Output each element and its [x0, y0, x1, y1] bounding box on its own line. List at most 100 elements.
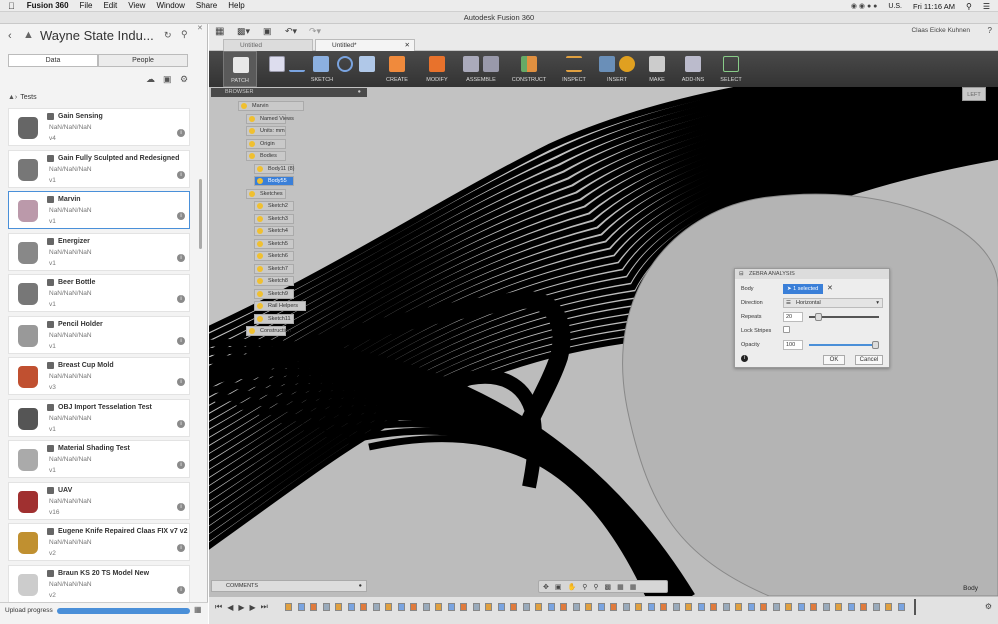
- info-icon[interactable]: i: [177, 585, 185, 594]
- info-icon[interactable]: i: [177, 129, 185, 137]
- timeline-feature[interactable]: [472, 603, 480, 611]
- browser-node[interactable]: Origin: [246, 138, 286, 149]
- clock[interactable]: Fri 11:16 AM: [913, 2, 955, 11]
- new-folder-icon[interactable]: ▣: [163, 74, 172, 85]
- addins-group[interactable]: ADD-INS: [675, 51, 711, 87]
- timeline-feature[interactable]: [297, 603, 305, 611]
- visibility-bulb-icon[interactable]: [257, 315, 263, 322]
- visibility-bulb-icon[interactable]: [257, 278, 263, 284]
- info-icon[interactable]: i: [177, 419, 185, 428]
- visibility-bulb-icon[interactable]: [249, 140, 255, 147]
- locale[interactable]: U.S.: [888, 3, 902, 10]
- visibility-bulb-icon[interactable]: [257, 290, 263, 297]
- repeats-slider-thumb[interactable]: [815, 313, 823, 321]
- go-to-end-icon[interactable]: ⏭: [261, 602, 268, 612]
- browser-node[interactable]: Sketch5: [254, 238, 294, 249]
- info-icon[interactable]: i: [177, 170, 185, 179]
- tab-untitled[interactable]: Untitled: [223, 39, 313, 51]
- timeline-feature[interactable]: [597, 603, 605, 611]
- data-item[interactable]: Gain Sensing NaN/NaN/NaN v4 i: [8, 108, 190, 146]
- browser-node[interactable]: Bodies: [246, 151, 286, 161]
- visibility-bulb-icon[interactable]: [249, 115, 255, 122]
- fit-icon[interactable]: ⚲: [593, 583, 598, 591]
- browser-node[interactable]: Body11 (8): [254, 163, 295, 174]
- menu-file[interactable]: File: [80, 1, 93, 10]
- timeline-feature[interactable]: [685, 603, 692, 611]
- browser-node[interactable]: Units: mm: [246, 126, 286, 136]
- info-icon[interactable]: i: [177, 544, 185, 552]
- app-menu[interactable]: Fusion 360: [27, 1, 69, 10]
- timeline-feature[interactable]: [660, 603, 667, 611]
- data-item[interactable]: Gain Fully Sculpted and Redesigned NaN/Na…: [8, 149, 190, 188]
- pin-icon[interactable]: ●: [359, 581, 362, 592]
- timeline-feature[interactable]: [310, 603, 317, 611]
- data-item[interactable]: Breast Cup Mold NaN/NaN/NaN v3 i: [8, 357, 190, 395]
- opacity-input[interactable]: 100: [783, 340, 803, 350]
- timeline-feature[interactable]: [622, 603, 630, 611]
- construct-group[interactable]: CONSTRUCT: [505, 51, 553, 87]
- browser-node[interactable]: Rail Helpers: [254, 301, 306, 311]
- timeline-feature[interactable]: [435, 603, 442, 611]
- data-item[interactable]: OBJ Import Tesselation Test NaN/NaN/NaN v1…: [8, 398, 190, 437]
- timeline-feature[interactable]: [285, 603, 292, 611]
- menu-help[interactable]: Help: [228, 1, 244, 10]
- timeline-feature[interactable]: [560, 603, 567, 611]
- timeline-settings-icon[interactable]: ⚙: [985, 602, 992, 611]
- menu-view[interactable]: View: [128, 1, 145, 10]
- menu-edit[interactable]: Edit: [103, 1, 117, 10]
- data-item[interactable]: Pencil Holder NaN/NaN/NaN v1 i: [8, 315, 190, 354]
- browser-node[interactable]: Construction: [246, 326, 291, 336]
- timeline-feature[interactable]: [510, 603, 517, 611]
- timeline-feature[interactable]: [447, 603, 455, 611]
- inspect-group[interactable]: INSPECT: [553, 51, 595, 87]
- timeline-feature[interactable]: [610, 603, 617, 611]
- assemble-group[interactable]: ASSEMBLE: [457, 51, 505, 87]
- data-item[interactable]: Marvin NaN/NaN/NaN v1 i: [8, 191, 190, 229]
- step-back-icon[interactable]: ◀: [227, 603, 233, 612]
- timeline-feature[interactable]: [635, 603, 642, 611]
- timeline-feature[interactable]: [885, 603, 892, 611]
- visibility-bulb-icon[interactable]: [257, 178, 263, 184]
- visibility-bulb-icon[interactable]: [257, 228, 263, 234]
- timeline-feature[interactable]: [697, 603, 705, 611]
- browser-node[interactable]: Sketch2: [254, 201, 294, 211]
- look-at-icon[interactable]: ▣: [555, 583, 562, 591]
- tab-people[interactable]: People: [98, 54, 188, 67]
- timeline-feature[interactable]: [785, 603, 792, 611]
- menu-list-icon[interactable]: ☰: [983, 2, 990, 11]
- collapse-icon[interactable]: ⊟: [739, 269, 744, 279]
- timeline-feature[interactable]: [797, 603, 805, 611]
- timeline-feature[interactable]: [735, 603, 742, 611]
- visibility-bulb-icon[interactable]: [257, 303, 263, 309]
- repeats-slider[interactable]: [809, 313, 879, 321]
- info-icon[interactable]: i: [177, 461, 185, 469]
- timeline-feature[interactable]: [835, 603, 842, 611]
- grid-icon[interactable]: ▦: [617, 583, 624, 591]
- timeline-feature[interactable]: [822, 603, 830, 611]
- timeline-feature[interactable]: [672, 603, 680, 611]
- go-to-start-icon[interactable]: ⏮: [215, 602, 222, 612]
- undo-icon[interactable]: ↶▾: [285, 26, 297, 37]
- pin-icon[interactable]: ●: [358, 88, 361, 97]
- timeline-feature[interactable]: [722, 603, 730, 611]
- close-tab-icon[interactable]: ✕: [405, 40, 410, 51]
- modify-group[interactable]: MODIFY: [417, 51, 457, 87]
- browser-node[interactable]: Sketch8: [254, 276, 294, 286]
- browser-node[interactable]: Sketch9: [254, 288, 294, 299]
- visibility-bulb-icon[interactable]: [249, 153, 255, 159]
- timeline-feature[interactable]: [410, 603, 417, 611]
- timeline-feature[interactable]: [547, 603, 555, 611]
- browser-node[interactable]: Sketch4: [254, 226, 294, 236]
- browser-panel-header[interactable]: BROWSER ●: [211, 88, 367, 97]
- visibility-bulb-icon[interactable]: [249, 190, 255, 197]
- status-icons[interactable]: ◉ ◉ ● ●: [851, 2, 878, 10]
- browser-node[interactable]: Sketch7: [254, 263, 294, 274]
- scrollbar[interactable]: [199, 179, 202, 249]
- visibility-bulb-icon[interactable]: [257, 165, 263, 172]
- viewports-icon[interactable]: ▦: [630, 583, 637, 591]
- visibility-bulb-icon[interactable]: [249, 128, 255, 134]
- browser-node[interactable]: Sketch11: [254, 313, 294, 324]
- visibility-bulb-icon[interactable]: [249, 328, 255, 334]
- breadcrumb[interactable]: ▲› Tests: [8, 94, 37, 101]
- repeats-input[interactable]: 20: [783, 312, 803, 322]
